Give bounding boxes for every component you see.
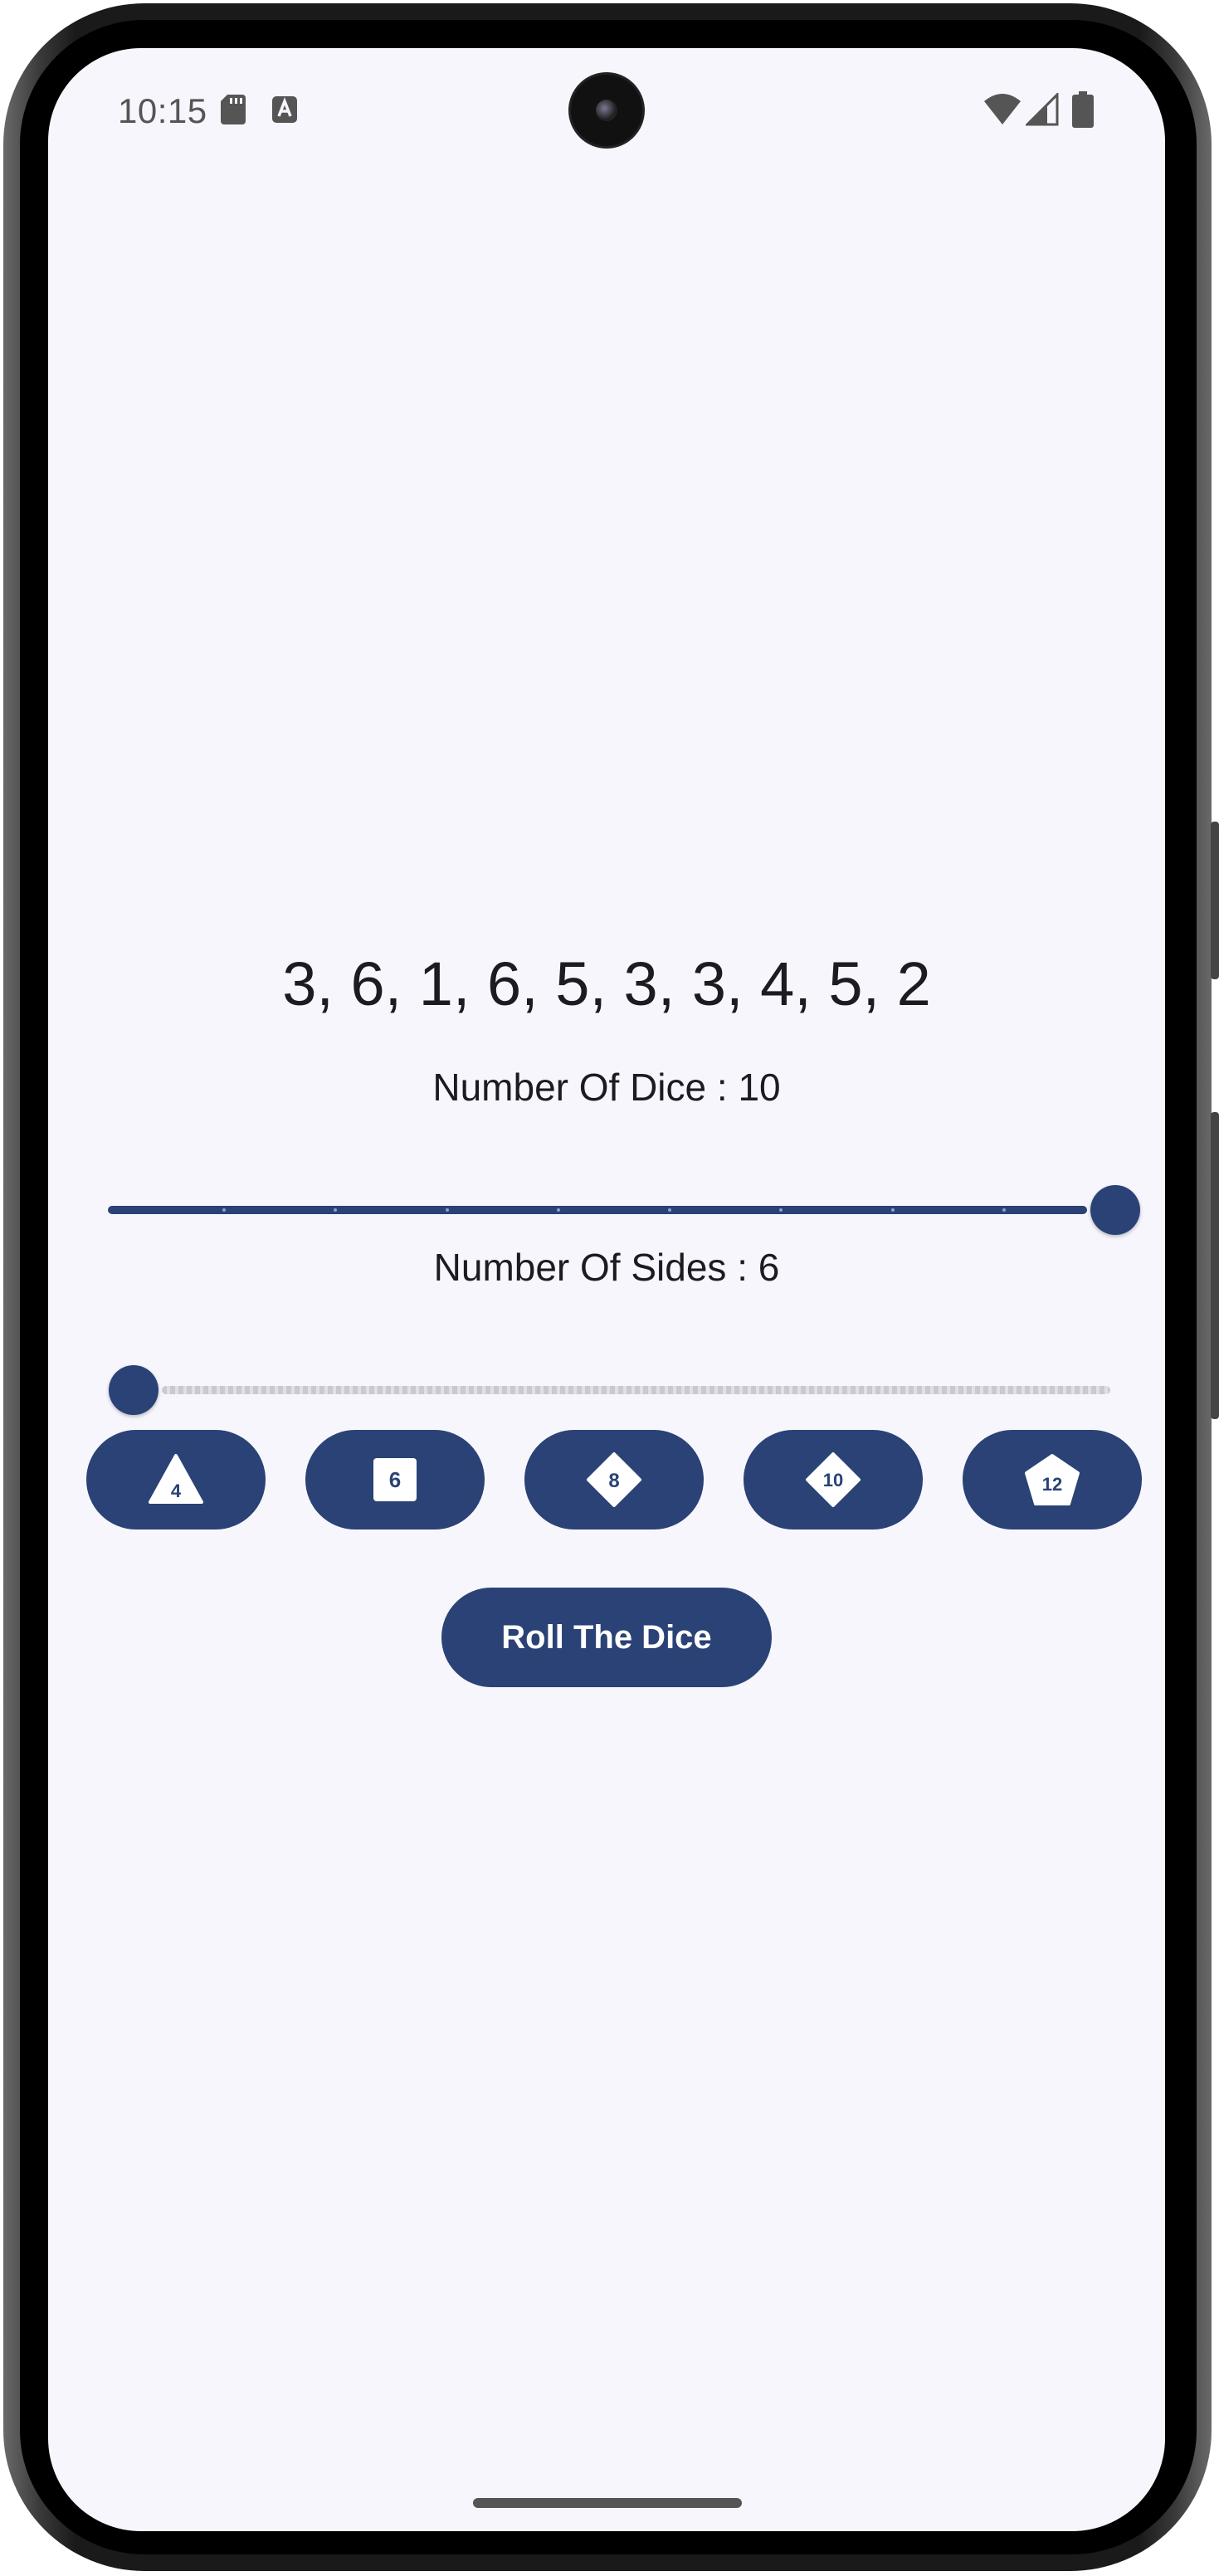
roll-dice-button[interactable]: Roll The Dice	[441, 1588, 772, 1687]
front-camera	[571, 75, 642, 146]
diamond-icon: 10	[806, 1452, 861, 1507]
sides-slider[interactable]	[108, 1357, 1120, 1423]
slider-tick	[1002, 1208, 1006, 1212]
d10-button[interactable]: 10	[744, 1430, 923, 1530]
sides-slider-inactive-track	[162, 1386, 1110, 1394]
pentagon-icon: 12	[1025, 1454, 1080, 1505]
slider-tick	[890, 1208, 895, 1212]
battery-icon	[1072, 91, 1094, 128]
status-time: 10:15	[118, 91, 207, 130]
triangle-icon: 4	[149, 1454, 203, 1504]
d4-button[interactable]: 4	[86, 1430, 266, 1530]
d12-label: 12	[1042, 1474, 1062, 1495]
volume-button	[1211, 1112, 1219, 1419]
d8-label: 8	[608, 1470, 619, 1492]
dice-result-text: 3, 6, 1, 6, 5, 3, 3, 4, 5, 2	[282, 949, 931, 1018]
d8-button[interactable]: 8	[524, 1430, 704, 1530]
screen: 10:15 3, 6, 1, 6, 5, 3, 3, 4, 5, 2 Numbe…	[48, 48, 1165, 2531]
phone-device: 10:15 3, 6, 1, 6, 5, 3, 3, 4, 5, 2 Numbe…	[0, 0, 1219, 2576]
d10-label: 10	[823, 1470, 843, 1490]
die-preset-row: 4 6 8 10 12	[86, 1430, 1142, 1530]
d6-label: 6	[389, 1467, 401, 1492]
square-icon: 6	[373, 1458, 417, 1501]
dice-slider-active-track	[108, 1206, 1087, 1214]
slider-tick	[445, 1208, 449, 1212]
sd-card-icon	[221, 95, 246, 124]
d6-button[interactable]: 6	[305, 1430, 485, 1530]
home-indicator[interactable]	[473, 2498, 742, 2508]
diamond-icon: 8	[587, 1452, 641, 1507]
d4-label: 4	[171, 1481, 182, 1501]
dice-count-label: Number Of Dice : 10	[432, 1066, 781, 1109]
a-notification-icon	[272, 96, 297, 123]
cellular-icon	[1026, 93, 1059, 126]
slider-tick	[556, 1208, 560, 1212]
wifi-icon	[984, 94, 1021, 124]
d12-button[interactable]: 12	[963, 1430, 1142, 1530]
dice-count-slider[interactable]	[108, 1177, 1140, 1243]
power-button	[1211, 822, 1219, 979]
sides-label: Number Of Sides : 6	[433, 1246, 780, 1289]
sides-slider-thumb[interactable]	[109, 1365, 159, 1415]
dice-slider-thumb[interactable]	[1090, 1185, 1140, 1235]
